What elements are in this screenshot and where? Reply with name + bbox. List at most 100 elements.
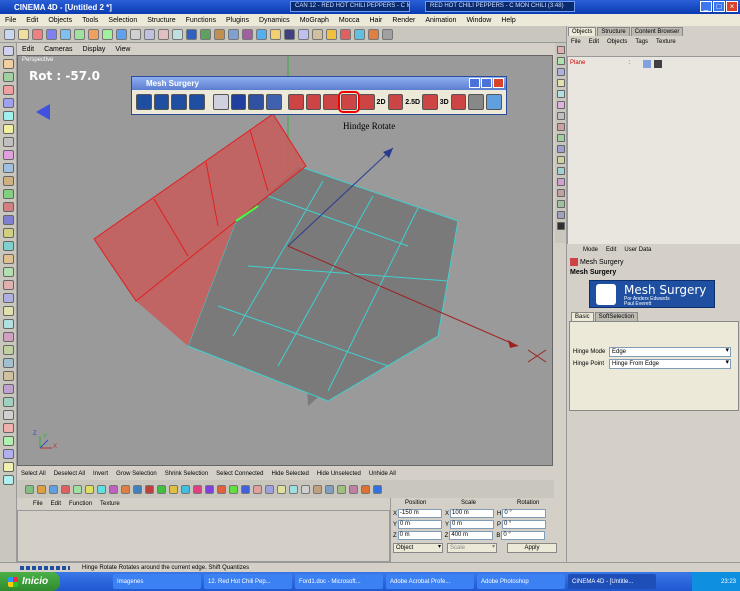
menu-structure[interactable]: Structure: [142, 17, 180, 24]
move-icon[interactable]: [46, 28, 57, 40]
viewport-menu-cameras[interactable]: Cameras: [39, 46, 77, 53]
minimize-button[interactable]: _: [700, 1, 712, 12]
scale-z-input[interactable]: 400 m: [449, 531, 494, 540]
misc-tool-icon[interactable]: [382, 28, 393, 40]
taskbar-item-cinema4d[interactable]: CINEMA 4D - [Untitle...: [568, 574, 656, 589]
material-manager-area[interactable]: [17, 510, 390, 562]
weld-grid-icon[interactable]: [468, 94, 485, 110]
double-red-icon[interactable]: [323, 94, 340, 110]
z-axis-icon[interactable]: [116, 28, 127, 40]
timeline-menu-function[interactable]: Function: [65, 501, 96, 507]
optimize-icon[interactable]: [2, 332, 14, 342]
hinge-delete-icon[interactable]: [358, 94, 375, 110]
lift-icon[interactable]: [248, 94, 265, 110]
invert-button[interactable]: Invert: [89, 471, 112, 477]
select-all-button[interactable]: Select All: [17, 471, 50, 477]
attributes-menu-mode[interactable]: Mode: [579, 247, 602, 253]
object-row-plane[interactable]: Plane :: [570, 60, 663, 68]
cube-icon[interactable]: [186, 28, 197, 40]
scale-mode-select[interactable]: Scale: [447, 543, 497, 553]
grid-select-icon-3[interactable]: [171, 94, 188, 110]
redo-icon[interactable]: [18, 28, 29, 40]
mode-2d-label[interactable]: 2D: [377, 99, 386, 106]
grid-select-icon-2[interactable]: [153, 94, 170, 110]
strip-tool-icon-2[interactable]: [556, 57, 565, 65]
tool-icon-21[interactable]: [265, 484, 274, 494]
tool-icon-1[interactable]: [25, 484, 34, 494]
split-red-icon[interactable]: [305, 94, 322, 110]
mesh-surgery-minimize-button[interactable]: [469, 78, 480, 88]
strip-tool-icon-8[interactable]: [556, 123, 565, 131]
sky-icon[interactable]: [298, 28, 309, 40]
objects-menu-edit[interactable]: Edit: [585, 39, 603, 45]
coordinate-mode-select[interactable]: Object: [393, 543, 443, 553]
dissolve-icon[interactable]: [2, 371, 14, 381]
menu-plugins[interactable]: Plugins: [221, 17, 254, 24]
strip-tool-icon-15[interactable]: [556, 200, 565, 208]
grow-selection-button[interactable]: Grow Selection: [112, 471, 161, 477]
undo-icon[interactable]: [4, 28, 15, 40]
mesh-surgery-maximize-button[interactable]: [481, 78, 492, 88]
tab-objects[interactable]: Objects: [568, 27, 597, 36]
taskbar-item-word[interactable]: Ford1.doc - Microsoft...: [295, 574, 383, 589]
tool-icon-13[interactable]: [169, 484, 178, 494]
attributes-menu-edit[interactable]: Edit: [602, 247, 620, 253]
strip-tool-icon-4[interactable]: [556, 79, 565, 87]
strip-tool-icon-7[interactable]: [556, 112, 565, 120]
tool-icon-7[interactable]: [97, 484, 106, 494]
diamond-icon[interactable]: [266, 94, 282, 110]
hinge-mode-select[interactable]: Edge: [609, 347, 731, 357]
deformer-icon[interactable]: [242, 28, 253, 40]
tool-icon-10[interactable]: [133, 484, 142, 494]
tab-softselection[interactable]: SoftSelection: [594, 312, 639, 321]
tool-icon-11[interactable]: [145, 484, 154, 494]
hide-unselected-button[interactable]: Hide Unselected: [313, 471, 365, 477]
objects-menu-objects[interactable]: Objects: [603, 39, 631, 45]
use-model-icon[interactable]: [2, 46, 14, 56]
menu-render[interactable]: Render: [387, 17, 420, 24]
strip-tool-icon-3[interactable]: [556, 68, 565, 76]
tool-icon-5[interactable]: [73, 484, 82, 494]
select-connected-button[interactable]: Select Connected: [212, 471, 267, 477]
tool-icon-14[interactable]: [181, 484, 190, 494]
mirror-icon[interactable]: [2, 345, 14, 355]
use-points-icon[interactable]: [2, 98, 14, 108]
mesh-surgery-titlebar[interactable]: Mesh Surgery: [132, 77, 506, 90]
disconnect-icon[interactable]: [2, 410, 14, 420]
use-object-icon[interactable]: [2, 59, 14, 69]
menu-window[interactable]: Window: [461, 17, 496, 24]
strip-tool-icon-5[interactable]: [556, 90, 565, 98]
tool-icon-27[interactable]: [337, 484, 346, 494]
magnet-25d-icon[interactable]: [422, 94, 438, 110]
taskbar-item-imagenes[interactable]: Imagenes: [113, 574, 201, 589]
taskbar-item-music[interactable]: 12. Red Hot Chili Pep...: [204, 574, 292, 589]
menu-animation[interactable]: Animation: [420, 17, 461, 24]
position-y-input[interactable]: 0 m: [398, 520, 443, 529]
close-button[interactable]: ×: [726, 1, 738, 12]
melt-icon[interactable]: [2, 358, 14, 368]
mograph-icon[interactable]: [368, 28, 379, 40]
render-view-icon[interactable]: [144, 28, 155, 40]
menu-edit[interactable]: Edit: [21, 17, 43, 24]
scale-x-input[interactable]: 100 m: [450, 509, 495, 518]
mode-3d-label[interactable]: 3D: [440, 99, 449, 106]
menu-tools[interactable]: Tools: [77, 17, 103, 24]
viewport-menu-edit[interactable]: Edit: [17, 46, 39, 53]
attributes-menu-user-data[interactable]: User Data: [620, 247, 655, 253]
tab-structure[interactable]: Structure: [597, 27, 630, 36]
strip-tool-icon-1[interactable]: [556, 46, 565, 54]
tool-icon-2[interactable]: [37, 484, 46, 494]
tool-icon-19[interactable]: [241, 484, 250, 494]
bridge-icon[interactable]: [2, 215, 14, 225]
array-icon[interactable]: [228, 28, 239, 40]
menu-selection[interactable]: Selection: [103, 17, 142, 24]
magnet-3d-icon[interactable]: [450, 94, 467, 110]
menu-mograph[interactable]: MoGraph: [295, 17, 334, 24]
tool-icon-25[interactable]: [313, 484, 322, 494]
tool-icon-23[interactable]: [289, 484, 298, 494]
mode-25d-label[interactable]: 2.5D: [405, 99, 420, 106]
mirror-red-icon[interactable]: [287, 94, 304, 110]
tool-icon-6[interactable]: [85, 484, 94, 494]
live-selection-icon[interactable]: [32, 28, 43, 40]
menu-hair[interactable]: Hair: [365, 17, 388, 24]
